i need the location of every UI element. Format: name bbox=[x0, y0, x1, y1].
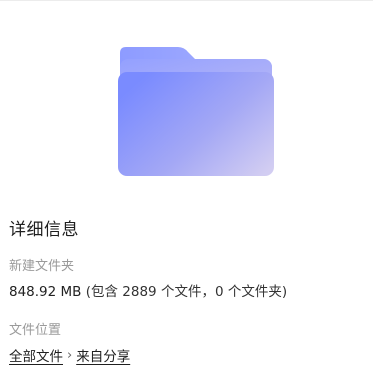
folder-name: 新建文件夹 bbox=[9, 259, 75, 274]
location-label: 文件位置 bbox=[9, 323, 62, 338]
breadcrumb: 全部文件 › 来自分享 bbox=[9, 345, 130, 366]
folder-icon bbox=[112, 43, 278, 183]
folder-size: 848.92 MB bbox=[9, 284, 82, 300]
breadcrumb-separator-icon: › bbox=[67, 347, 73, 363]
breadcrumb-shared-link[interactable]: 来自分享 bbox=[76, 345, 130, 365]
folder-contents-count: (包含 2889 个文件，0 个文件夹) bbox=[85, 284, 288, 300]
file-details-panel: 详细信息 新建文件夹 848.92 MB (包含 2889 个文件，0 个文件夹… bbox=[0, 0, 373, 368]
breadcrumb-all-files-link[interactable]: 全部文件 bbox=[9, 345, 63, 365]
details-heading: 详细信息 bbox=[9, 220, 79, 240]
folder-size-info: 848.92 MB (包含 2889 个文件，0 个文件夹) bbox=[9, 280, 287, 300]
